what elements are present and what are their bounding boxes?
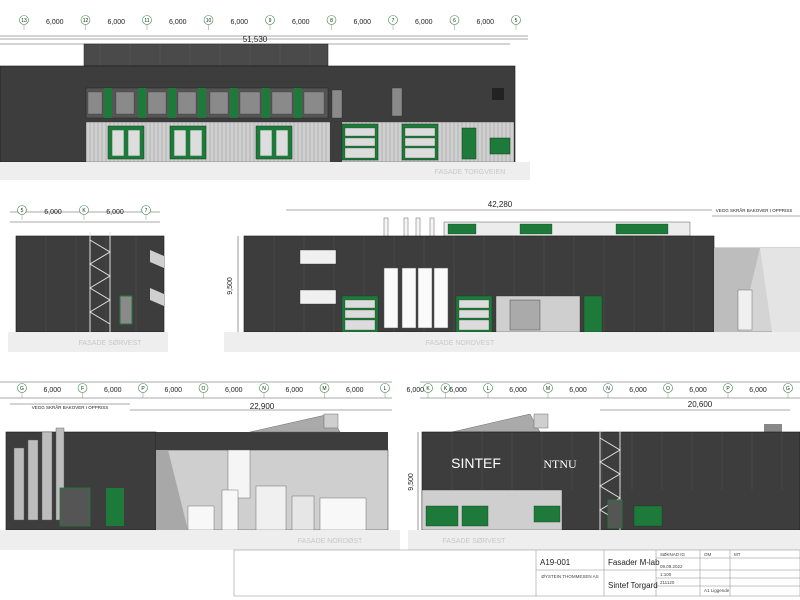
- grid-markers-bottom-5: K L M N O P G6,000 6,000 6,000 6,000 6,000 6,000: [423, 383, 793, 398]
- e4-spacing-dimension: 6,000: [43, 387, 61, 394]
- e5-spacing-dimension: 6,000: [749, 387, 767, 394]
- e5-grid-label: L: [487, 386, 490, 392]
- caption-2: FASADE SØRVEST: [79, 340, 143, 347]
- e4-grid-label: G: [20, 386, 24, 392]
- grid-markers-bottom-4: G F P O N M L K6,000 6,000 6,000 6,000 6,000 6,000 6,…: [17, 383, 451, 398]
- overall-dimension-5: 20,600: [688, 400, 713, 409]
- title-block: A19-001 ØYSTEIN THOMMESEN AS Fasader M-l…: [233, 549, 800, 597]
- e5-spacing-dimension: 6,000: [629, 387, 647, 394]
- drawn-by: OM: [704, 552, 712, 557]
- e1-grid-label: 12: [83, 18, 89, 24]
- e1-spacing-dimension: 6,000: [107, 19, 125, 26]
- elevation-4: G F P O N M L K6,000 6,000 6,000 6,000 6,000 6,000 6,…: [0, 381, 451, 550]
- e2-grid-label: 7: [145, 208, 148, 214]
- e2-spacing-dimension: 6,000: [106, 209, 124, 216]
- facade-drawing-sheet: 13 12 11 10 9 8 7 6 5 6,000 6,000 6,000 6,000 6,000 6,…: [0, 15, 800, 597]
- caption-5: FASADE SØRVEST: [443, 538, 507, 545]
- drawing-date: 09.09.2022: [660, 564, 683, 569]
- e4-spacing-dimension: 6,000: [225, 387, 243, 394]
- overall-dimension-1: 51,530: [243, 35, 268, 44]
- e4-spacing-dimension: 6,000: [104, 387, 122, 394]
- e1-spacing-dimension: 6,000: [476, 19, 494, 26]
- e5-grid-label: M: [546, 386, 550, 392]
- sloping-wall-note-3: VEGG SKRÅR BAKOVER I OPPRISS: [716, 207, 793, 213]
- drawing-scale: 1:100: [660, 572, 672, 577]
- e4-grid-label: M: [322, 386, 326, 392]
- e1-spacing-dimension: 6,000: [415, 19, 433, 26]
- e5-spacing-dimension: 6,000: [509, 387, 527, 394]
- checked-by: MT: [734, 552, 741, 557]
- e2-spacing-dimension: 6,000: [44, 209, 62, 216]
- drawing-number: A19-001: [540, 558, 571, 567]
- e5-grid-label: N: [606, 386, 610, 392]
- sloping-wall-note-4: VEGG SKRÅR BAKOVER I OPPRISS: [32, 404, 109, 410]
- e4-grid-label: F: [81, 386, 84, 392]
- grid-markers-top-1: 13 12 11 10 9 8 7 6 5 6,000 6,000 6,000 6,000 6,000 6,…: [19, 15, 521, 30]
- e5-grid-label: O: [666, 386, 670, 392]
- drawing-title: Fasader M-lab: [608, 558, 660, 567]
- grid-markers-top-2: 5 K 76,000 6,000: [17, 205, 151, 220]
- e1-grid-label: 13: [21, 18, 27, 24]
- e1-grid-label: 9: [269, 18, 272, 24]
- height-dimension-3: 9,500: [227, 277, 234, 295]
- elevation-1: 13 12 11 10 9 8 7 6 5 6,000 6,000 6,000 6,000 6,000 6,…: [0, 15, 530, 180]
- e1-spacing-dimension: 6,000: [353, 19, 371, 26]
- e4-spacing-dimension: 6,000: [164, 387, 182, 394]
- e4-spacing-dimension: 6,000: [346, 387, 364, 394]
- overall-dimension-4: 22,900: [250, 402, 275, 411]
- company-name: ØYSTEIN THOMMESEN AS: [541, 574, 598, 579]
- e4-spacing-dimension: 6,000: [406, 387, 424, 394]
- elevation-2: 5 K 76,000 6,000 FASADE SØRVEST: [8, 205, 168, 352]
- height-dimension-5: 9,500: [408, 473, 415, 491]
- e2-grid-label: 5: [21, 208, 24, 214]
- e5-grid-label: G: [786, 386, 790, 392]
- overall-dimension-3: 42,280: [488, 200, 513, 209]
- e5-spacing-dimension: 6,000: [689, 387, 707, 394]
- project-name: Sintef Torgard: [608, 581, 658, 590]
- e4-spacing-dimension: 6,000: [285, 387, 303, 394]
- e1-grid-label: 11: [144, 18, 149, 24]
- caption-4: FASADE NORDØST: [298, 538, 363, 545]
- e1-spacing-dimension: 6,000: [169, 19, 187, 26]
- e1-grid-label: 7: [392, 18, 395, 24]
- e5-spacing-dimension: 6,000: [449, 387, 467, 394]
- e1-spacing-dimension: 6,000: [292, 19, 310, 26]
- sintef-logo: SINTEF: [451, 455, 501, 471]
- e4-grid-label: L: [384, 386, 387, 392]
- e1-grid-label: 6: [453, 18, 456, 24]
- e1-spacing-dimension: 6,000: [46, 19, 64, 26]
- revision-label: SØKNAD IG: [660, 552, 686, 557]
- e1-grid-label: 8: [330, 18, 333, 24]
- sheet-format: A1 Liggende: [704, 588, 730, 593]
- ntnu-logo: NTNU: [543, 457, 577, 471]
- caption-1: FASADE TORGVEIEN: [435, 169, 506, 176]
- e5-spacing-dimension: 6,000: [569, 387, 587, 394]
- elevation-5: K L M N O P G6,000 6,000 6,000 6,000 6,000 6,000 20…: [408, 381, 800, 550]
- e4-grid-label: N: [262, 386, 266, 392]
- caption-3: FASADE NORDVEST: [426, 340, 495, 347]
- project-number: 211120: [660, 580, 675, 585]
- e1-grid-label: 10: [206, 18, 212, 24]
- e4-grid-label: O: [202, 386, 206, 392]
- elevation-3: 42,280 VEGG SKRÅR BAKOVER I OPPRISS 9,50…: [224, 200, 800, 352]
- e1-grid-label: 5: [515, 18, 518, 24]
- e1-spacing-dimension: 6,000: [230, 19, 248, 26]
